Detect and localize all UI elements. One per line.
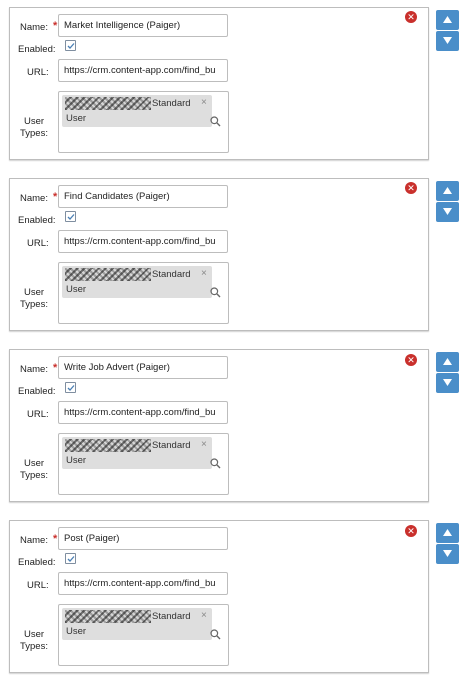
user-types-label-line2: Types: xyxy=(20,128,48,139)
user-type-tag: Standard User × xyxy=(62,437,212,469)
search-icon[interactable] xyxy=(210,116,221,127)
url-label: URL: xyxy=(27,409,49,420)
enabled-checkbox[interactable] xyxy=(65,211,76,222)
name-label: Name: xyxy=(20,364,48,375)
name-input[interactable]: Find Candidates (Paiger) xyxy=(58,185,228,208)
move-down-button[interactable] xyxy=(436,373,459,393)
remove-tag-icon[interactable]: × xyxy=(201,610,207,621)
url-input[interactable]: https://crm.content-app.com/find_bu xyxy=(58,59,228,82)
user-types-label-line1: User xyxy=(23,116,45,127)
checkmark-icon xyxy=(67,385,75,391)
required-marker: * xyxy=(53,362,58,374)
tag-label-part2: User xyxy=(66,626,87,637)
url-input[interactable]: https://crm.content-app.com/find_bu xyxy=(58,401,228,424)
search-icon[interactable] xyxy=(210,629,221,640)
close-circle-icon[interactable]: ✕ xyxy=(405,354,417,366)
enabled-checkbox[interactable] xyxy=(65,40,76,51)
enabled-label: Enabled: xyxy=(18,44,56,55)
close-circle-icon[interactable]: ✕ xyxy=(405,525,417,537)
user-types-label-line1: User xyxy=(23,629,45,640)
user-types-multiselect[interactable]: Standard User × xyxy=(58,604,229,666)
arrow-down-icon xyxy=(443,208,452,215)
redacted-area xyxy=(65,97,151,110)
required-marker: * xyxy=(53,20,58,32)
url-label: URL: xyxy=(27,580,49,591)
url-label: URL: xyxy=(27,238,49,249)
user-types-multiselect[interactable]: Standard User × xyxy=(58,262,229,324)
user-types-label-line2: Types: xyxy=(20,641,48,652)
enabled-checkbox[interactable] xyxy=(65,382,76,393)
user-types-label-line1: User xyxy=(23,458,45,469)
move-down-button[interactable] xyxy=(436,202,459,222)
user-types-label: User Types: xyxy=(19,287,49,311)
enabled-label: Enabled: xyxy=(18,386,56,397)
close-circle-icon[interactable]: ✕ xyxy=(405,11,417,23)
user-type-link-panel: Name: * Market Intelligence (Paiger) Ena… xyxy=(9,7,429,160)
tag-label-part1: Standard xyxy=(152,440,191,451)
arrow-up-icon xyxy=(443,16,452,23)
arrow-down-icon xyxy=(443,550,452,557)
tag-label-part2: User xyxy=(66,455,87,466)
name-label: Name: xyxy=(20,22,48,33)
user-types-label-line2: Types: xyxy=(20,470,48,481)
move-up-button[interactable] xyxy=(436,523,459,543)
user-type-tag: Standard User × xyxy=(62,95,212,127)
name-input[interactable]: Write Job Advert (Paiger) xyxy=(58,356,228,379)
user-types-label: User Types: xyxy=(19,629,49,653)
redacted-area xyxy=(65,268,151,281)
required-marker: * xyxy=(53,533,58,545)
name-input[interactable]: Market Intelligence (Paiger) xyxy=(58,14,228,37)
user-type-link-panel: Name: * Find Candidates (Paiger) Enabled… xyxy=(9,178,429,331)
move-down-button[interactable] xyxy=(436,544,459,564)
redacted-area xyxy=(65,610,151,623)
tag-label-part2: User xyxy=(66,284,87,295)
enabled-checkbox[interactable] xyxy=(65,553,76,564)
enabled-label: Enabled: xyxy=(18,215,56,226)
user-type-tag: Standard User × xyxy=(62,608,212,640)
url-input[interactable]: https://crm.content-app.com/find_bu xyxy=(58,572,228,595)
user-types-label-line1: User xyxy=(23,287,45,298)
move-down-button[interactable] xyxy=(436,31,459,51)
url-input[interactable]: https://crm.content-app.com/find_bu xyxy=(58,230,228,253)
name-label: Name: xyxy=(20,535,48,546)
enabled-label: Enabled: xyxy=(18,557,56,568)
required-marker: * xyxy=(53,191,58,203)
move-up-button[interactable] xyxy=(436,181,459,201)
arrow-up-icon xyxy=(443,529,452,536)
user-types-label-line2: Types: xyxy=(20,299,48,310)
checkmark-icon xyxy=(67,556,75,562)
move-up-button[interactable] xyxy=(436,10,459,30)
arrow-up-icon xyxy=(443,187,452,194)
arrow-down-icon xyxy=(443,379,452,386)
move-up-button[interactable] xyxy=(436,352,459,372)
redacted-area xyxy=(65,439,151,452)
user-types-label: User Types: xyxy=(19,458,49,482)
user-type-link-panel: Name: * Write Job Advert (Paiger) Enable… xyxy=(9,349,429,502)
remove-tag-icon[interactable]: × xyxy=(201,439,207,450)
name-label: Name: xyxy=(20,193,48,204)
url-label: URL: xyxy=(27,67,49,78)
user-types-label: User Types: xyxy=(19,116,49,140)
user-types-multiselect[interactable]: Standard User × xyxy=(58,91,229,153)
tag-label-part1: Standard xyxy=(152,98,191,109)
checkmark-icon xyxy=(67,43,75,49)
remove-tag-icon[interactable]: × xyxy=(201,268,207,279)
tag-label-part1: Standard xyxy=(152,611,191,622)
search-icon[interactable] xyxy=(210,287,221,298)
tag-label-part1: Standard xyxy=(152,269,191,280)
name-input[interactable]: Post (Paiger) xyxy=(58,527,228,550)
close-circle-icon[interactable]: ✕ xyxy=(405,182,417,194)
user-type-link-panel: Name: * Post (Paiger) Enabled: URL: http… xyxy=(9,520,429,673)
user-types-multiselect[interactable]: Standard User × xyxy=(58,433,229,495)
tag-label-part2: User xyxy=(66,113,87,124)
remove-tag-icon[interactable]: × xyxy=(201,97,207,108)
user-type-tag: Standard User × xyxy=(62,266,212,298)
arrow-down-icon xyxy=(443,37,452,44)
checkmark-icon xyxy=(67,214,75,220)
search-icon[interactable] xyxy=(210,458,221,469)
arrow-up-icon xyxy=(443,358,452,365)
